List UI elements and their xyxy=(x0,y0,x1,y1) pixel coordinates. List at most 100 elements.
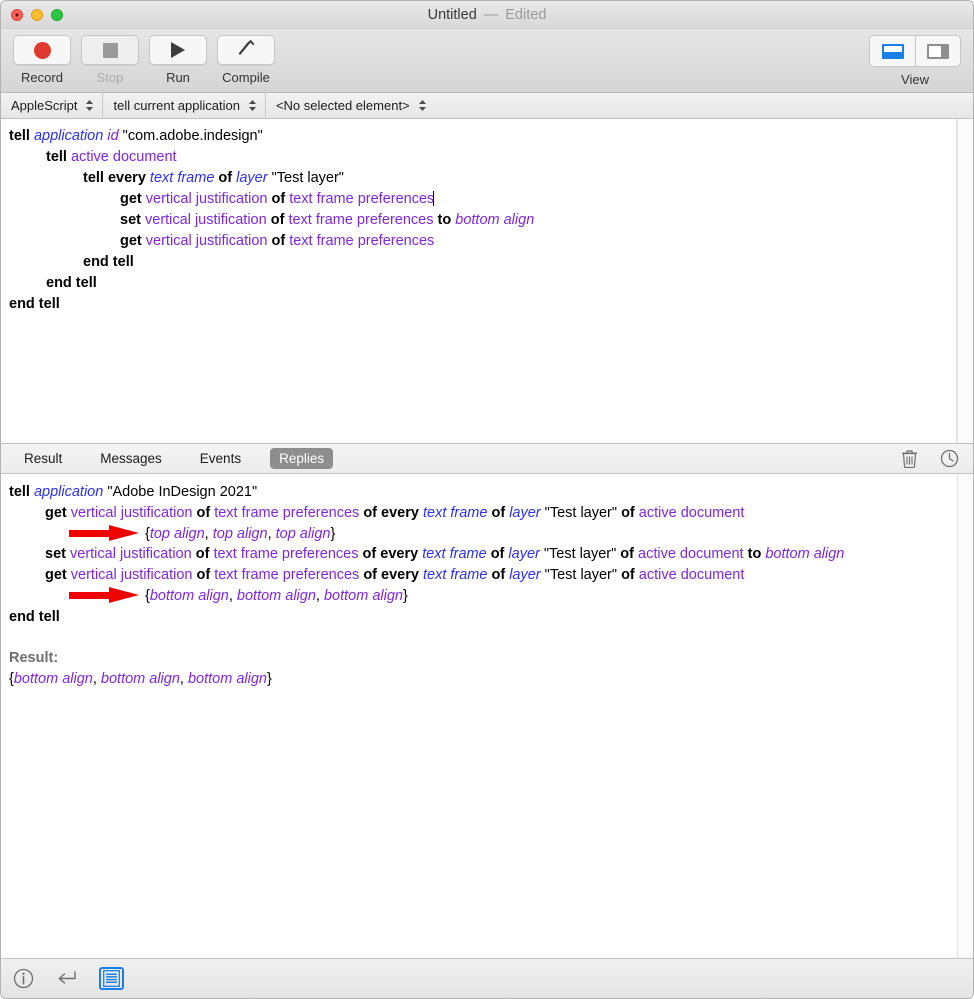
minimize-button[interactable] xyxy=(31,8,43,21)
code-token: bottom align xyxy=(323,587,403,604)
window-title: Untitled — Edited xyxy=(1,1,973,28)
script-navigation-bar: AppleScript tell current application <No… xyxy=(1,93,973,119)
code-line: end tell xyxy=(9,294,973,315)
code-token: get xyxy=(45,504,67,521)
view-split-horizontal-button[interactable] xyxy=(870,36,915,66)
code-token: top align xyxy=(275,525,331,542)
code-token: of xyxy=(491,504,506,521)
code-token: of xyxy=(620,546,634,563)
compile-button[interactable]: Compile xyxy=(217,35,275,85)
history-clock-icon[interactable] xyxy=(940,449,959,468)
code-token: bottom align xyxy=(187,671,267,688)
code-token: , xyxy=(267,525,276,542)
code-token: top align xyxy=(212,525,268,542)
replies-blank-line xyxy=(9,628,957,649)
code-token: tell every xyxy=(83,170,146,186)
compile-button-label: Compile xyxy=(222,70,270,85)
code-token: of xyxy=(271,233,286,249)
code-token: text frame preferences xyxy=(214,567,360,584)
split-vertical-icon xyxy=(927,43,949,59)
code-token: "Test layer" xyxy=(544,567,618,584)
replies-line: {top align, top align, top align} xyxy=(9,524,957,545)
code-token: text frame preferences xyxy=(214,504,360,521)
tab-replies[interactable]: Replies xyxy=(270,448,334,469)
replies-pane[interactable]: tell application "Adobe InDesign 2021" ge… xyxy=(1,474,973,984)
titlebar: Untitled — Edited xyxy=(1,1,973,29)
code-line: tell active document xyxy=(9,147,973,168)
element-popup[interactable]: <No selected element> xyxy=(266,93,973,118)
code-token: bottom align xyxy=(149,587,229,604)
code-token: set xyxy=(120,212,141,228)
replies-line: {bottom align, bottom align, bottom alig… xyxy=(9,669,957,690)
language-popup[interactable]: AppleScript xyxy=(1,93,104,118)
replies-content[interactable]: tell application "Adobe InDesign 2021" ge… xyxy=(1,474,973,690)
view-segmented-control[interactable] xyxy=(869,35,961,67)
code-token: text frame xyxy=(422,504,488,521)
maximize-button[interactable] xyxy=(51,8,63,21)
lines-list-icon[interactable] xyxy=(99,967,124,990)
code-token: "Test layer" xyxy=(544,504,618,521)
hammer-icon xyxy=(236,38,256,63)
code-token: end tell xyxy=(9,608,60,625)
resize-grip[interactable] xyxy=(959,984,971,996)
code-token: , xyxy=(179,671,188,688)
title-dash: — xyxy=(483,6,499,23)
target-popup-label: tell current application xyxy=(113,98,240,113)
code-token: active document xyxy=(638,504,745,521)
editor-vertical-scrollbar[interactable] xyxy=(957,119,973,443)
code-token: layer xyxy=(509,504,541,521)
chevron-updown-icon xyxy=(85,99,94,112)
record-button-surface[interactable] xyxy=(13,35,71,65)
chevron-updown-icon xyxy=(248,99,257,112)
code-token: vertical justification xyxy=(145,191,268,207)
code-token: "com.adobe.indesign" xyxy=(122,128,263,144)
code-token: bottom align xyxy=(765,546,845,563)
toolbar-buttons: Record Stop Run Compile xyxy=(13,35,275,85)
view-split-vertical-button[interactable] xyxy=(915,36,960,66)
info-icon[interactable] xyxy=(13,968,34,989)
code-token: "Test layer" xyxy=(543,546,617,563)
stop-button-surface[interactable] xyxy=(81,35,139,65)
run-button[interactable]: Run xyxy=(149,35,207,85)
stop-button[interactable]: Stop xyxy=(81,35,139,85)
code-token: of xyxy=(218,170,233,186)
tab-events[interactable]: Events xyxy=(191,448,250,469)
compile-button-surface[interactable] xyxy=(217,35,275,65)
code-token: text frame xyxy=(422,567,488,584)
code-token: bottom align xyxy=(236,587,316,604)
code-token: layer xyxy=(509,567,541,584)
code-token: "Adobe InDesign 2021" xyxy=(107,484,258,500)
replies-line: get vertical justification of text frame… xyxy=(9,565,957,586)
play-triangle-icon xyxy=(171,42,185,58)
code-token: of xyxy=(196,504,211,521)
target-popup[interactable]: tell current application xyxy=(103,93,266,118)
code-token: text frame preferences xyxy=(289,233,435,249)
run-button-surface[interactable] xyxy=(149,35,207,65)
language-popup-label: AppleScript xyxy=(11,98,78,113)
trash-icon[interactable] xyxy=(901,449,918,468)
close-button[interactable] xyxy=(11,8,23,21)
code-line: tell every text frame of layer "Test lay… xyxy=(9,168,973,189)
code-token: tell xyxy=(9,484,30,500)
code-token: } xyxy=(330,525,336,542)
script-source-code[interactable]: tell application id "com.adobe.indesign"… xyxy=(1,119,973,315)
code-token: application xyxy=(33,484,104,500)
stop-button-label: Stop xyxy=(96,70,124,85)
tab-messages[interactable]: Messages xyxy=(91,448,171,469)
record-button[interactable]: Record xyxy=(13,35,71,85)
chevron-updown-icon xyxy=(418,99,427,112)
code-line: set vertical justification of text frame… xyxy=(9,210,973,231)
code-token: bottom align xyxy=(13,671,93,688)
code-token: bottom align xyxy=(455,212,535,228)
code-token: top align xyxy=(149,525,205,542)
code-token: end tell xyxy=(83,254,134,270)
replies-line: get vertical justification of text frame… xyxy=(9,503,957,524)
view-label: View xyxy=(901,72,929,87)
tab-result[interactable]: Result xyxy=(15,448,71,469)
replies-vertical-scrollbar[interactable] xyxy=(957,474,973,983)
code-token: of every xyxy=(363,504,419,521)
return-arrow-icon[interactable] xyxy=(56,969,77,988)
code-token: bottom align xyxy=(100,671,180,688)
script-editor-pane[interactable]: tell application id "com.adobe.indesign"… xyxy=(1,119,973,444)
code-token: , xyxy=(228,587,237,604)
